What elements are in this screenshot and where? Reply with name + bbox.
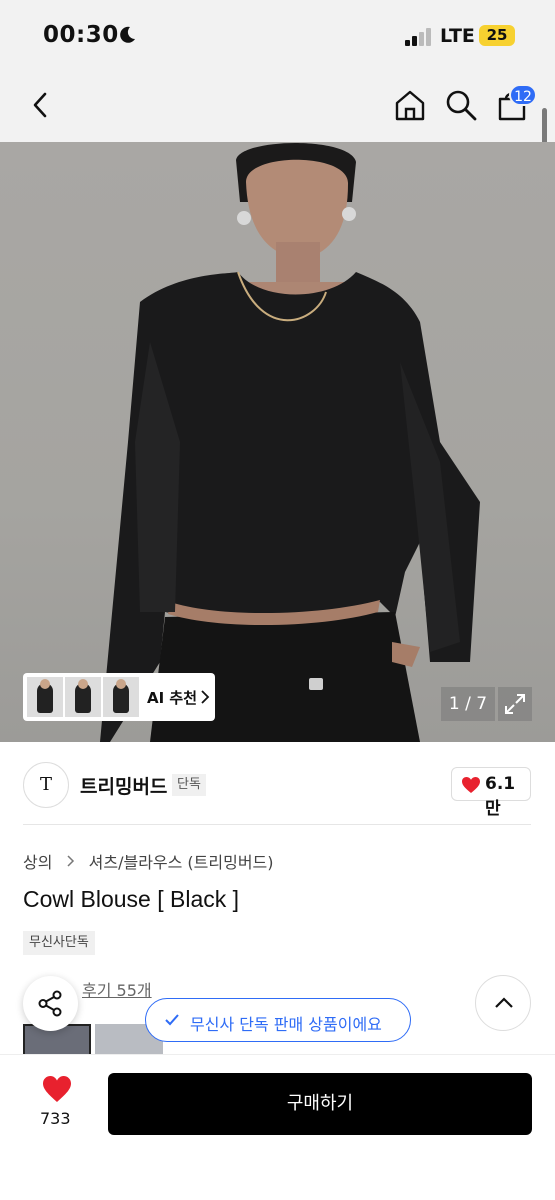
chevron-right-icon [201,690,210,704]
heart-icon [462,777,480,793]
back-icon[interactable] [28,90,54,120]
share-button[interactable] [23,976,78,1031]
expand-icon [505,694,525,714]
brand-exclusive-tag: 단독 [172,774,206,796]
exclusive-notice-text: 무신사 단독 판매 상품이에요 [190,1015,382,1034]
status-bar: 00:30 LTE 25 [0,0,555,70]
image-page-counter: 1 / 7 [441,687,495,721]
status-time: 00:30 [43,22,119,48]
breadcrumb-item[interactable]: 셔츠/블라우스 (트리밍버드) [89,849,274,873]
share-icon [38,990,62,1017]
brand-like-button[interactable]: 6.1만 [451,767,531,819]
home-icon[interactable] [393,88,427,122]
heart-icon[interactable] [42,1075,72,1103]
section-divider [23,824,531,825]
product-title: Cowl Blouse [ Black ] [23,886,240,912]
breadcrumb-item[interactable]: 상의 [23,849,52,873]
expand-image-button[interactable] [498,687,532,721]
cart-count-badge: 12 [509,84,537,106]
brand-logo[interactable]: T [23,762,69,808]
ai-thumb-2 [65,677,101,717]
brand-like-count: 6.1만 [485,774,516,819]
exclusive-badge: 무신사단독 [23,931,95,955]
nav-bar: 12 [0,70,555,142]
breadcrumb: 상의 셔츠/블라우스 (트리밍버드) [23,849,274,873]
product-photo [100,143,480,742]
search-icon[interactable] [444,88,478,122]
brand-name[interactable]: 트리밍버드 [80,772,167,799]
ai-thumb-3 [103,677,139,717]
signal-icon [405,28,431,46]
scroll-top-button[interactable] [475,975,531,1031]
check-icon [165,1014,179,1026]
moon-icon [120,26,135,43]
ai-thumb-1 [27,677,63,717]
bottom-action-bar: 733 구매하기 [0,1054,555,1200]
ai-recommend-card[interactable]: AI 추천 [23,673,215,721]
buy-button[interactable]: 구매하기 [108,1073,532,1135]
review-link[interactable]: 후기 55개 [82,977,152,1001]
battery-indicator: 25 [479,25,515,46]
wish-count: 733 [40,1109,71,1128]
ai-recommend-label: AI 추천 [147,689,198,707]
chevron-up-icon [495,997,513,1008]
network-label: LTE [440,25,475,47]
exclusive-notice-pill[interactable]: 무신사 단독 판매 상품이에요 [145,998,411,1042]
chevron-right-icon [67,855,74,867]
product-image-carousel[interactable]: AI 추천 1 / 7 [0,142,555,742]
